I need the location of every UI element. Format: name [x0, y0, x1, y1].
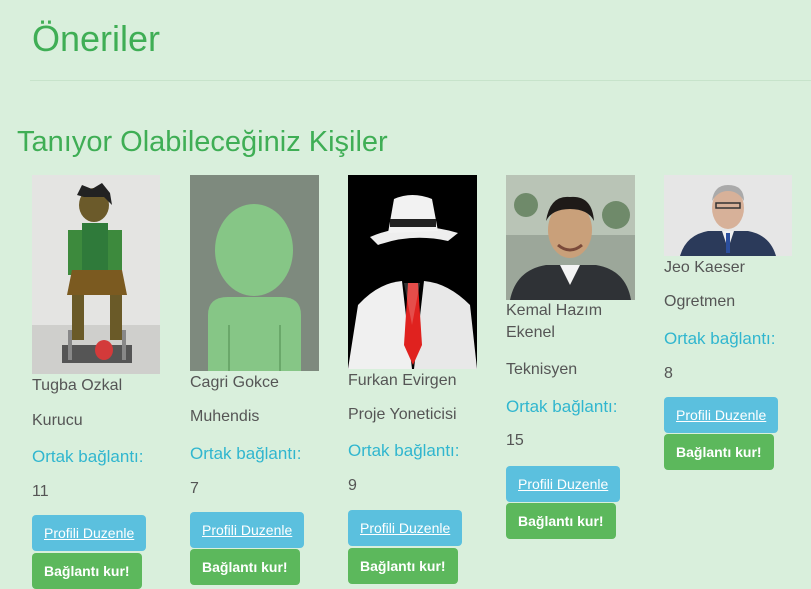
mutual-connections-label: Ortak bağlantı: — [664, 329, 776, 348]
edit-profile-button[interactable]: Profili Duzenle — [348, 510, 463, 546]
person-role: Ogretmen — [664, 293, 736, 310]
connect-button[interactable]: Bağlantı kur! — [664, 434, 774, 470]
person-card: Cagri Gokce Muhendis Ortak bağlantı: 7 P… — [190, 175, 330, 585]
person-name: Furkan Evirgen — [348, 372, 457, 389]
person-role: Kurucu — [32, 412, 83, 429]
person-card: Tugba Ozkal Kurucu Ortak bağlantı: 11 Pr… — [32, 175, 172, 589]
mutual-connections-label: Ortak bağlantı: — [32, 447, 144, 466]
person-role: Muhendis — [190, 408, 260, 425]
mutual-connections-count: 9 — [348, 477, 357, 494]
mutual-connections-count: 15 — [506, 432, 524, 449]
person-name: Kemal Hazım Ekenel — [506, 302, 603, 341]
page-title: Öneriler — [32, 18, 161, 59]
person-card: Furkan Evirgen Proje Yoneticisi Ortak ba… — [348, 175, 488, 584]
person-card: Jeo Kaeser Ogretmen Ortak bağlantı: 8 Pr… — [664, 175, 804, 470]
connect-button[interactable]: Bağlantı kur! — [506, 503, 616, 539]
mutual-connections-count: 8 — [664, 365, 673, 382]
person-card: Kemal Hazım Ekenel Teknisyen Ortak bağla… — [506, 175, 646, 539]
connect-button[interactable]: Bağlantı kur! — [348, 548, 458, 584]
man-portrait-photo[interactable] — [506, 175, 635, 300]
connect-button[interactable]: Bağlantı kur! — [190, 549, 300, 585]
edit-profile-button[interactable]: Profili Duzenle — [664, 397, 779, 433]
person-name: Jeo Kaeser — [664, 259, 745, 276]
man-suit-portrait-photo[interactable] — [664, 175, 792, 256]
mutual-connections-count: 11 — [32, 483, 49, 500]
mutual-connections-label: Ortak bağlantı: — [190, 444, 302, 463]
person-name: Cagri Gokce — [190, 374, 279, 391]
default-avatar[interactable] — [190, 175, 319, 371]
edit-profile-button[interactable]: Profili Duzenle — [190, 512, 305, 548]
pencil-sculpture-photo[interactable] — [32, 175, 160, 374]
person-role: Proje Yoneticisi — [348, 406, 457, 423]
divider — [30, 80, 811, 81]
section-title: Tanıyor Olabileceğiniz Kişiler — [17, 126, 388, 158]
edit-profile-button[interactable]: Profili Duzenle — [506, 466, 621, 502]
mutual-connections-count: 7 — [190, 480, 199, 497]
mutual-connections-label: Ortak bağlantı: — [348, 441, 460, 460]
connect-button[interactable]: Bağlantı kur! — [32, 553, 142, 589]
mutual-connections-label: Ortak bağlantı: — [506, 397, 618, 416]
person-role: Teknisyen — [506, 361, 578, 378]
edit-profile-button[interactable]: Profili Duzenle — [32, 515, 147, 551]
person-name: Tugba Ozkal — [32, 377, 123, 394]
white-hat-silhouette[interactable] — [348, 175, 477, 369]
